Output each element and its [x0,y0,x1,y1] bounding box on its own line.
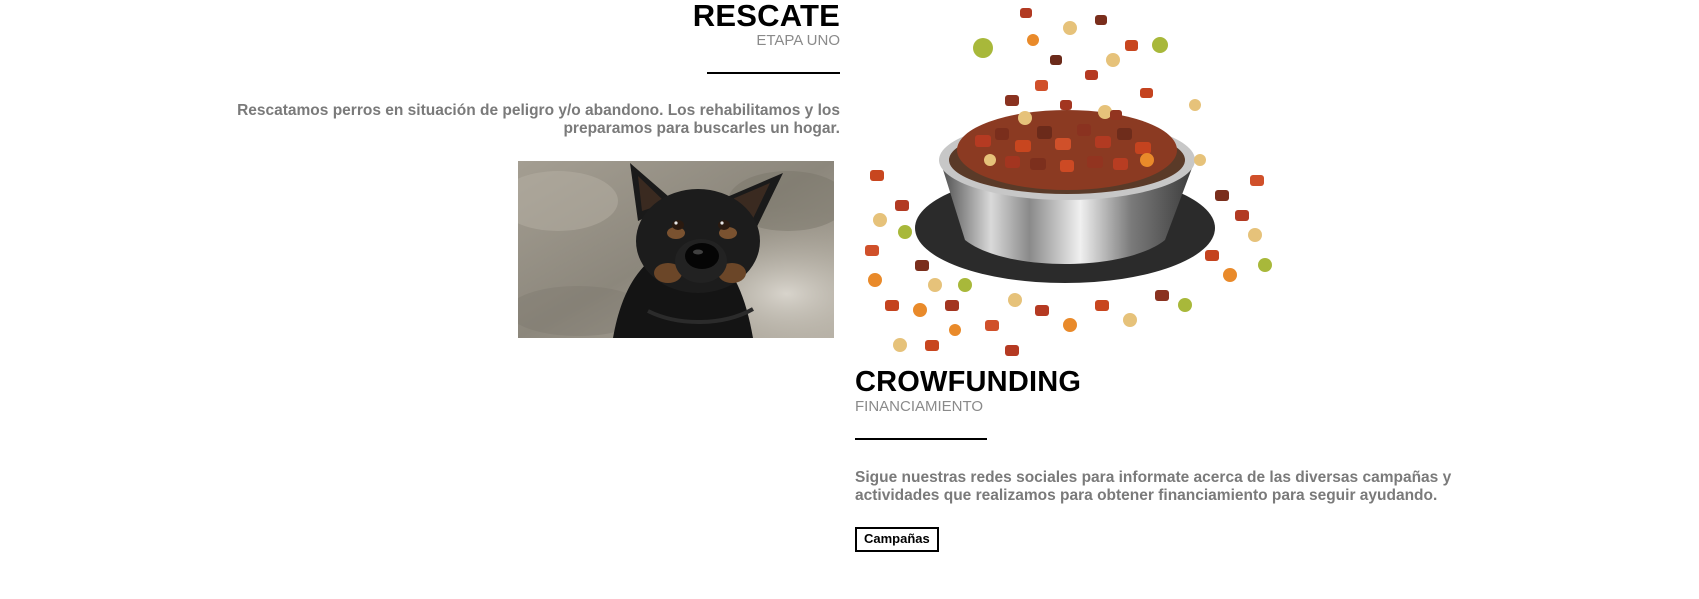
crowdfunding-title: CROWFUNDING [855,366,1082,398]
crowdfunding-divider-wrap [855,416,1475,445]
crowdfunding-section: CROWFUNDING FINANCIAMIENTO Sigue nuestra… [855,366,1475,552]
rescate-title: RESCATE [692,0,840,33]
crowdfunding-description: Sigue nuestras redes sociales para infor… [855,469,1452,504]
dog-photo-svg [518,161,834,338]
page: RESCATE ETAPA UNO Rescatamos perros en s… [0,0,1699,599]
rescate-divider-wrap [230,50,840,79]
crowdfunding-divider [855,438,987,440]
dog-photo [518,161,834,338]
dog-food-bowl-svg [855,0,1278,362]
campaigns-button[interactable]: Campañas [855,527,939,552]
rescate-subtitle: ETAPA UNO [756,32,840,49]
rescate-divider [707,72,840,74]
crowdfunding-subtitle: FINANCIAMIENTO [855,398,984,415]
rescate-section: RESCATE ETAPA UNO Rescatamos perros en s… [230,0,840,138]
rescate-description: Rescatamos perros en situación de peligr… [237,102,840,137]
dog-food-bowl-photo [855,0,1278,362]
